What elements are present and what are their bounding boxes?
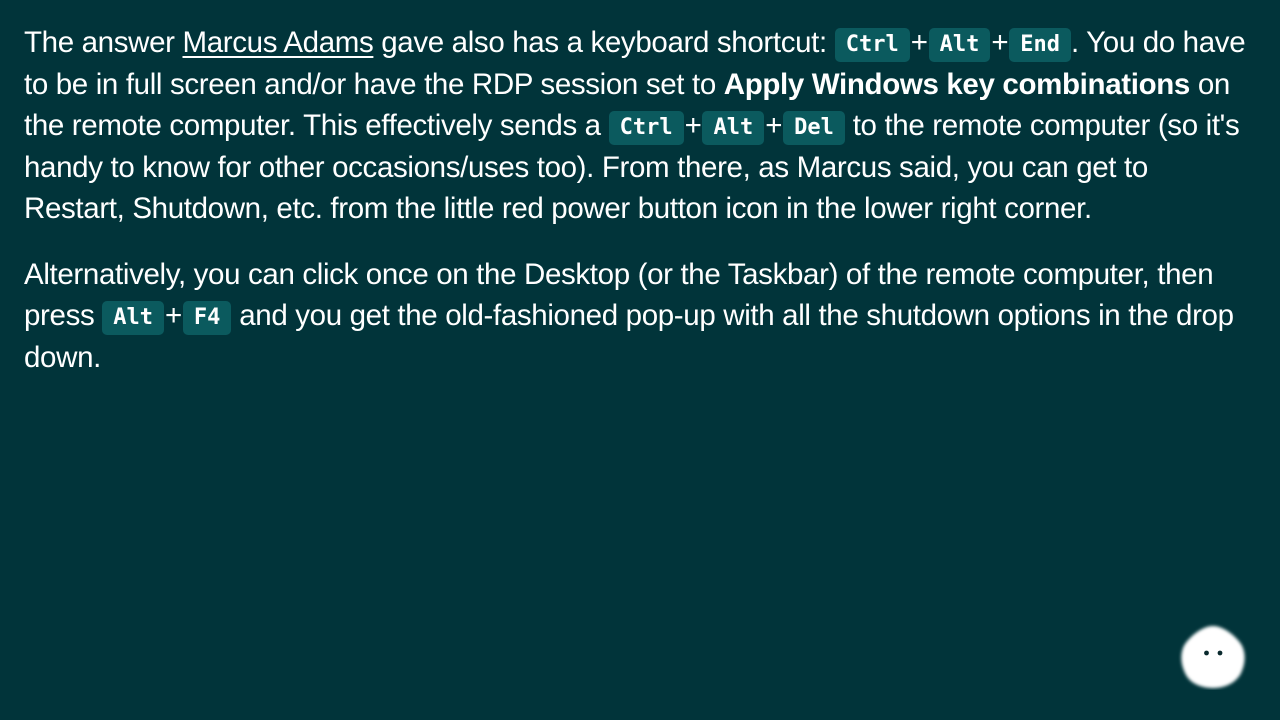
plus-sign: +: [684, 109, 702, 142]
kbd-end: End: [1009, 28, 1071, 62]
kbd-f4: F4: [182, 301, 232, 335]
plus-sign: +: [765, 109, 783, 142]
text: The answer: [24, 26, 183, 59]
plus-sign: +: [164, 299, 182, 332]
kbd-ctrl: Ctrl: [834, 28, 910, 62]
plus-sign: +: [991, 26, 1009, 59]
kbd-alt: Alt: [702, 111, 765, 145]
mascot-icon[interactable]: [1178, 622, 1248, 690]
bold-setting: Apply Windows key combinations: [723, 67, 1191, 101]
text: gave also has a keyboard shortcut:: [373, 26, 835, 59]
plus-sign: +: [910, 26, 928, 59]
paragraph-1: The answer Marcus Adams gave also has a …: [24, 22, 1256, 230]
kbd-alt: Alt: [928, 28, 991, 62]
author-link[interactable]: Marcus Adams: [182, 26, 373, 59]
answer-body: The answer Marcus Adams gave also has a …: [24, 22, 1256, 402]
paragraph-2: Alternatively, you can click once on the…: [24, 254, 1256, 379]
kbd-ctrl: Ctrl: [608, 111, 684, 145]
kbd-alt: Alt: [102, 301, 164, 335]
kbd-del: Del: [783, 111, 845, 145]
